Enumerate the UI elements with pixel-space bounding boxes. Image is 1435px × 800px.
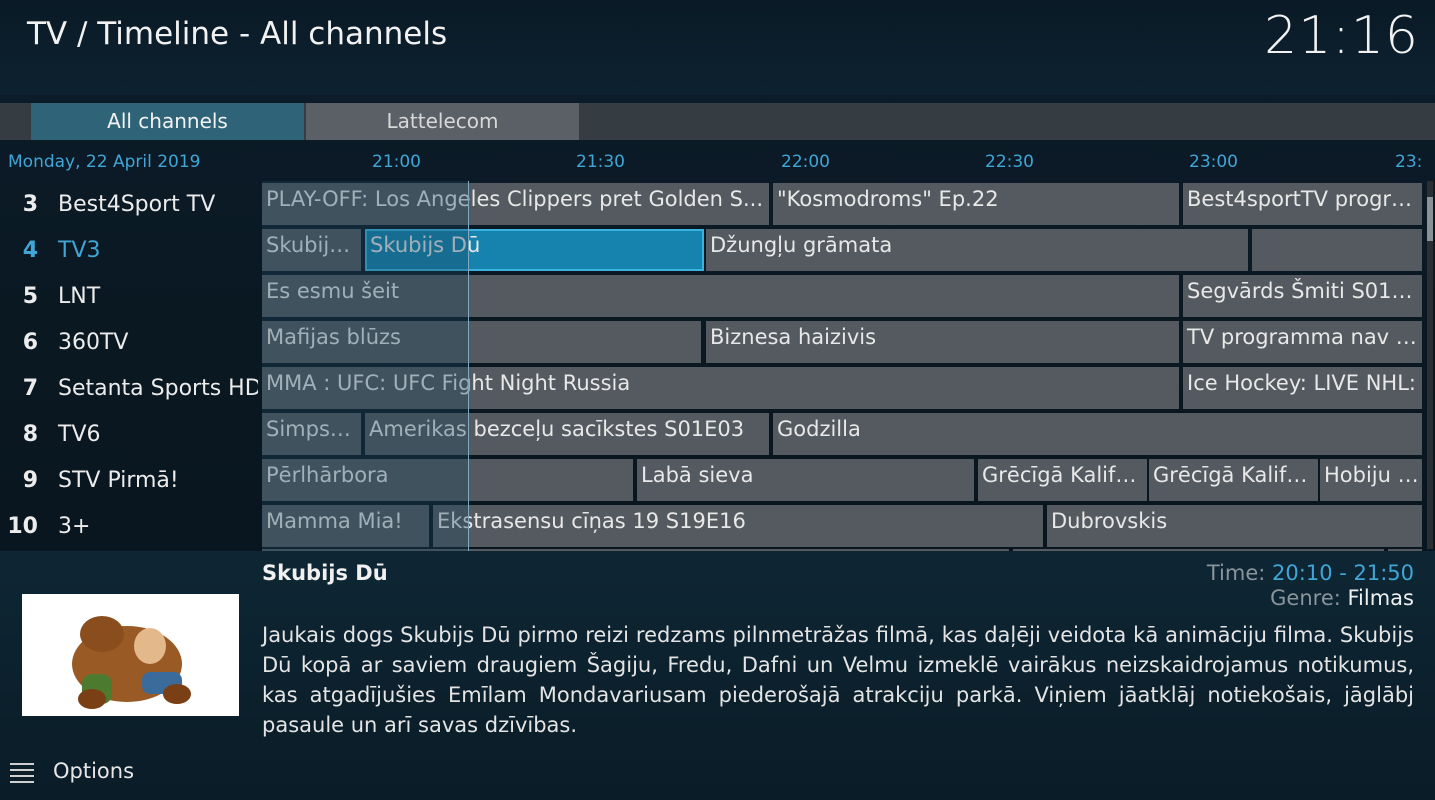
- programme-cell[interactable]: Skubijs ...: [262, 229, 361, 271]
- time-label: Time:: [1206, 561, 1266, 585]
- programme-genre: Genre: Filmas: [1270, 586, 1414, 610]
- genre-value: Filmas: [1347, 586, 1415, 610]
- channel-name: Best4Sport TV: [58, 192, 216, 217]
- programme-cell[interactable]: Grēcīgā Kalifo...: [1149, 459, 1318, 501]
- current-time-marker: [468, 181, 469, 551]
- channel-name: 3+: [58, 514, 91, 539]
- time-mark: 22:00: [781, 152, 830, 172]
- programme-cell[interactable]: MMA : UFC: UFC Fight Night Russia: [262, 367, 1179, 409]
- time-mark: 23:00: [1189, 152, 1238, 172]
- programme-cell[interactable]: Ice Hockey: LIVE NHL:: [1183, 367, 1422, 409]
- channel-number: 10: [7, 514, 38, 539]
- channel-number: 8: [22, 422, 38, 447]
- epg-grid: PLAY-OFF: Los Angeles Clippers pret Gold…: [262, 181, 1422, 551]
- programme-cell[interactable]: Ekstrasensu cīņas 19 S19E16: [433, 505, 1043, 547]
- tab-lattelecom[interactable]: Lattelecom: [306, 103, 579, 140]
- tab-all-channels[interactable]: All channels: [31, 103, 304, 140]
- programme-cell[interactable]: [1252, 229, 1422, 271]
- channel-number: 6: [22, 330, 38, 355]
- programme-cell[interactable]: Segvārds Šmiti S01E05: [1183, 275, 1422, 317]
- programme-cell[interactable]: Labā sieva: [637, 459, 974, 501]
- time-mark: 21:00: [372, 152, 421, 172]
- channel-row[interactable]: 3 Best4Sport TV: [0, 181, 258, 227]
- channel-number: 4: [22, 238, 38, 263]
- channel-row[interactable]: 10 3+: [0, 503, 258, 549]
- channel-name: TV6: [58, 422, 101, 447]
- programme-cell[interactable]: Biznesa haizivis: [706, 321, 1179, 363]
- channel-number: 7: [22, 376, 38, 401]
- channel-group-tabs: All channels Lattelecom: [0, 103, 1435, 140]
- time-mark: 23:: [1395, 152, 1423, 172]
- programme-cell[interactable]: Dubrovskis: [1047, 505, 1422, 547]
- programme-cell[interactable]: Mafijas blūzs: [262, 321, 701, 363]
- programme-title: Skubijs Dū: [262, 561, 388, 585]
- channel-name: TV3: [58, 238, 101, 263]
- channel-number: 5: [22, 284, 38, 309]
- programme-cell[interactable]: Grēcīgā Kalifo...: [978, 459, 1147, 501]
- genre-label: Genre:: [1270, 586, 1341, 610]
- grid-scrollbar[interactable]: [1427, 181, 1433, 549]
- channel-row[interactable]: 8 TV6: [0, 411, 258, 457]
- channel-name: 360TV: [58, 330, 129, 355]
- programme-cell[interactable]: Mamma Mia!: [262, 505, 429, 547]
- hamburger-menu-icon: [10, 763, 34, 783]
- channel-list: 3 Best4Sport TV 4 TV3 5 LNT 6 360TV 7 Se…: [0, 181, 258, 549]
- programme-cell[interactable]: Best4sportTV program: [1183, 183, 1422, 225]
- channel-name: Setanta Sports HD: [58, 376, 258, 401]
- channel-row[interactable]: 5 LNT: [0, 273, 258, 319]
- programme-cell[interactable]: Es esmu šeit: [262, 275, 1179, 317]
- clock: 21:16: [1264, 6, 1419, 66]
- programme-cell[interactable]: Džungļu grāmata: [706, 229, 1248, 271]
- programme-cell[interactable]: Pērlhārbora: [262, 459, 633, 501]
- page-title: TV / Timeline - All channels: [27, 16, 448, 52]
- programme-cell[interactable]: TV programma nav pie: [1183, 321, 1422, 363]
- time-mark: 21:30: [576, 152, 625, 172]
- header-bar: TV / Timeline - All channels 21:16: [0, 0, 1435, 95]
- scrollbar-thumb[interactable]: [1427, 197, 1433, 241]
- time-value: 20:10 - 21:50: [1272, 561, 1414, 585]
- programme-cell[interactable]: Hobiju do: [1320, 459, 1422, 501]
- programme-cell-selected[interactable]: Skubijs Dū: [365, 229, 704, 271]
- programme-time: Time: 20:10 - 21:50: [1207, 561, 1414, 585]
- programme-thumbnail: [22, 594, 239, 716]
- programme-cell[interactable]: "Kosmodroms" Ep.22: [773, 183, 1179, 225]
- programme-cell[interactable]: PLAY-OFF: Los Angeles Clippers pret Gold…: [262, 183, 769, 225]
- channel-row[interactable]: 6 360TV: [0, 319, 258, 365]
- time-mark: 22:30: [985, 152, 1034, 172]
- channel-row[interactable]: 7 Setanta Sports HD: [0, 365, 258, 411]
- programme-description: Jaukais dogs Skubijs Dū pirmo reizi redz…: [262, 623, 1414, 737]
- programme-cell[interactable]: Godzilla: [773, 413, 1422, 455]
- date-label: Monday, 22 April 2019: [8, 152, 201, 172]
- channel-number: 3: [22, 192, 38, 217]
- timeline-header: Monday, 22 April 2019 21:00 21:30 22:00 …: [0, 150, 1435, 178]
- programme-cell[interactable]: Simpso...: [262, 413, 361, 455]
- channel-number: 9: [22, 468, 38, 493]
- channel-name: STV Pirmā!: [58, 468, 179, 493]
- options-label: Options: [53, 759, 135, 783]
- channel-row[interactable]: 4 TV3: [0, 227, 258, 273]
- channel-name: LNT: [58, 284, 101, 309]
- channel-row[interactable]: 9 STV Pirmā!: [0, 457, 258, 503]
- programme-info-panel: Skubijs Dū Time: 20:10 - 21:50 Genre: Fi…: [0, 551, 1435, 800]
- programme-cell[interactable]: Amerikas bezceļu sacīkstes S01E03: [365, 413, 769, 455]
